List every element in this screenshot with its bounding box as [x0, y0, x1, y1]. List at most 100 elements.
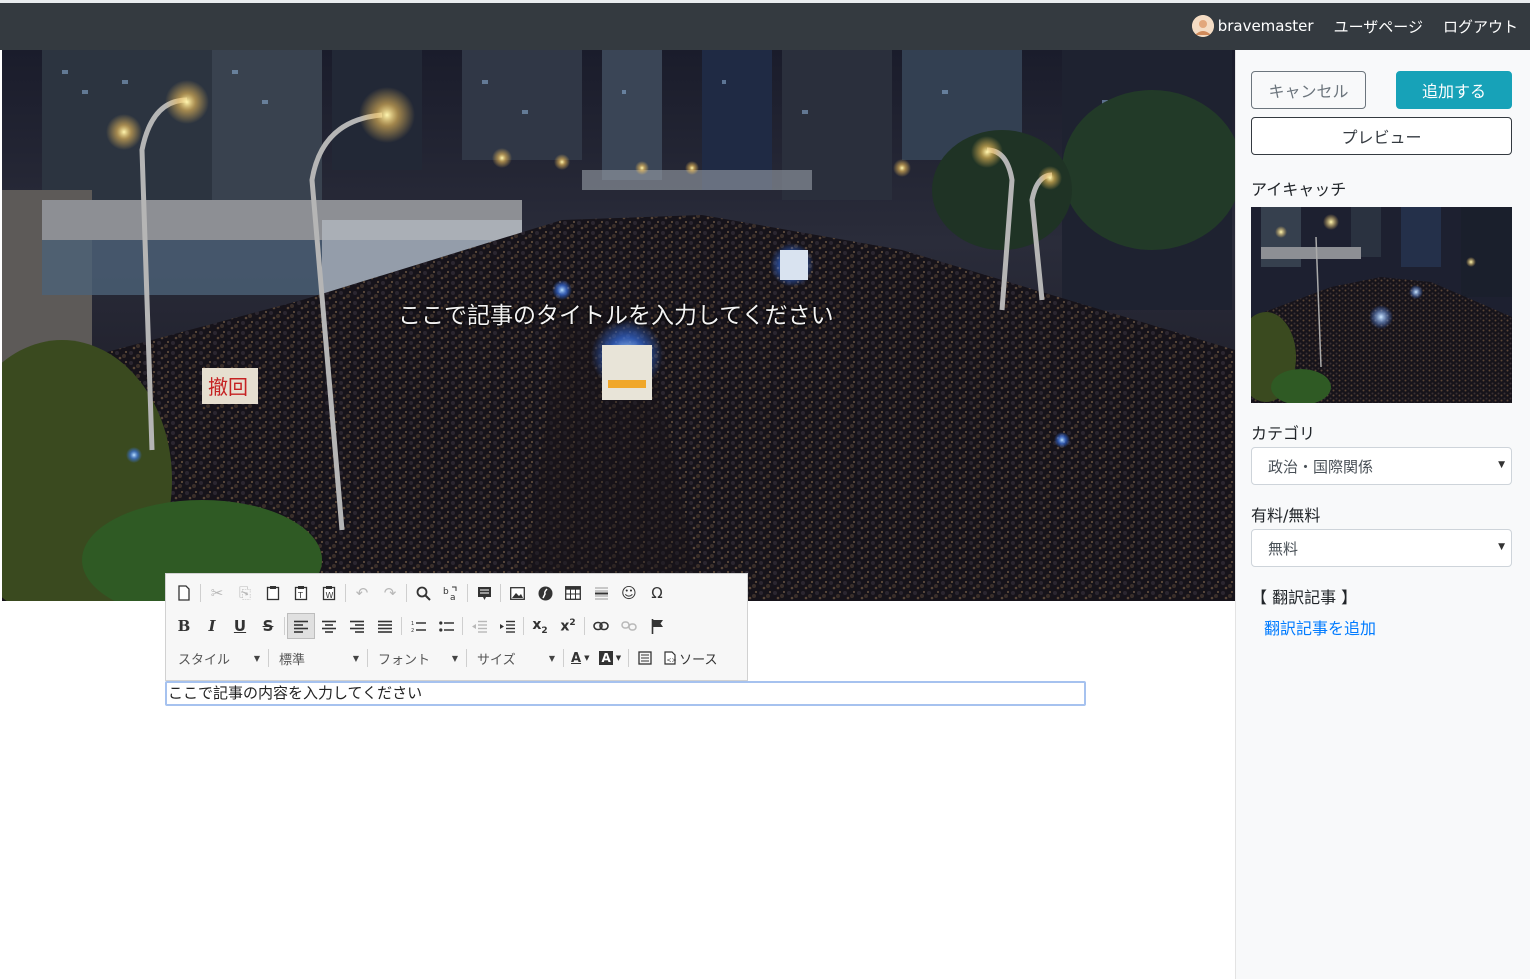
bg-color-button[interactable]: A ▼: [594, 646, 626, 670]
paste-icon[interactable]: [259, 580, 287, 606]
style-combo[interactable]: スタイル ▼: [170, 646, 266, 670]
redo-icon[interactable]: ↷: [376, 580, 404, 606]
font-combo[interactable]: フォント ▼: [370, 646, 464, 670]
align-center-icon[interactable]: [315, 613, 343, 639]
subscript-icon[interactable]: x2: [526, 613, 554, 639]
toolbar-separator: [268, 649, 269, 667]
svg-text:<>: <>: [667, 657, 677, 664]
source-icon: <>: [664, 651, 676, 665]
toolbar-row-1: ✂ ⎘ T W ↶ ↷ ba ☺ Ω: [170, 579, 671, 607]
svg-text:2: 2: [411, 628, 414, 633]
select-all-icon[interactable]: [470, 580, 498, 606]
category-select-value: 政治・国際関係: [1268, 457, 1374, 476]
svg-text:撤回: 撤回: [208, 375, 248, 399]
find-icon[interactable]: [409, 580, 437, 606]
style-combo-label: スタイル: [178, 652, 231, 668]
chevron-down-icon: ▼: [1498, 460, 1505, 470]
toolbar-separator: [406, 584, 407, 602]
paid-label: 有料/無料: [1251, 506, 1321, 525]
editor-toolbar: ✂ ⎘ T W ↶ ↷ ba ☺ Ω B I U S 1 2 x2 x2 スタイ…: [165, 573, 748, 681]
paid-select-value: 無料: [1268, 539, 1299, 558]
bold-icon[interactable]: B: [170, 613, 198, 639]
toolbar-separator: [466, 649, 467, 667]
link-icon[interactable]: [587, 613, 615, 639]
eyecatch-image: [1251, 207, 1512, 403]
add-translation-link[interactable]: 翻訳記事を追加: [1264, 615, 1376, 639]
align-right-icon[interactable]: [343, 613, 371, 639]
bulleted-list-icon[interactable]: [432, 613, 460, 639]
text-color-icon: A: [571, 650, 582, 666]
horizontal-line-icon[interactable]: [587, 580, 615, 606]
unlink-icon[interactable]: [615, 613, 643, 639]
svg-text:b: b: [443, 587, 449, 597]
size-combo-label: サイズ: [477, 652, 516, 668]
special-char-icon[interactable]: Ω: [643, 580, 671, 606]
category-label: カテゴリ: [1251, 424, 1316, 443]
chevron-down-icon: ▼: [1498, 542, 1505, 552]
avatar: [1191, 15, 1214, 37]
toolbar-separator: [367, 649, 368, 667]
font-combo-label: フォント: [378, 652, 431, 668]
image-icon[interactable]: [503, 580, 531, 606]
cancel-button[interactable]: キャンセル: [1251, 71, 1366, 109]
navbar-right: bravemaster ユーザページ ログアウト: [1191, 15, 1518, 37]
logout-link[interactable]: ログアウト: [1443, 16, 1518, 37]
toolbar-row-2: B I U S 12 x2 x2: [170, 612, 671, 640]
strikethrough-icon[interactable]: S: [254, 613, 282, 639]
toolbar-separator: [401, 617, 402, 635]
copy-icon[interactable]: ⎘: [231, 580, 259, 606]
cut-icon[interactable]: ✂: [203, 580, 231, 606]
toolbar-separator: [500, 584, 501, 602]
category-select[interactable]: 政治・国際関係 ▼: [1251, 447, 1512, 485]
table-icon[interactable]: [559, 580, 587, 606]
chevron-down-icon: ▼: [548, 653, 555, 663]
eyecatch-thumbnail[interactable]: [1251, 207, 1512, 403]
source-button[interactable]: <> ソース: [659, 646, 722, 670]
article-content-editor[interactable]: ここで記事の内容を入力してください: [165, 681, 1086, 706]
indent-icon[interactable]: [493, 613, 521, 639]
username-link[interactable]: bravemaster: [1218, 17, 1314, 35]
text-color-button[interactable]: A ▼: [566, 646, 594, 670]
format-combo[interactable]: 標準 ▼: [271, 646, 365, 670]
superscript-icon[interactable]: x2: [554, 613, 582, 639]
format-combo-label: 標準: [279, 652, 306, 668]
user-page-link[interactable]: ユーザページ: [1334, 16, 1423, 37]
paste-text-icon[interactable]: T: [287, 580, 315, 606]
outdent-icon[interactable]: [465, 613, 493, 639]
toolbar-separator: [523, 617, 524, 635]
add-article-button[interactable]: 追加する: [1396, 71, 1512, 109]
article-title-input[interactable]: ここで記事のタイトルを入力してください: [398, 296, 834, 330]
paid-select[interactable]: 無料 ▼: [1251, 529, 1512, 567]
maximize-icon[interactable]: [631, 645, 659, 671]
replace-icon[interactable]: ba: [437, 580, 465, 606]
preview-button[interactable]: プレビュー: [1251, 117, 1512, 155]
italic-icon[interactable]: I: [198, 613, 226, 639]
svg-text:W: W: [326, 591, 334, 600]
translation-label: 【 翻訳記事 】: [1251, 588, 1358, 607]
svg-text:a: a: [450, 593, 456, 601]
flash-icon[interactable]: [531, 580, 559, 606]
top-navbar: bravemaster ユーザページ ログアウト: [0, 0, 1530, 50]
cover-image[interactable]: 撤回 ここで記事のタイトルを入力してください: [2, 50, 1235, 601]
toolbar-separator: [200, 584, 201, 602]
underline-icon[interactable]: U: [226, 613, 254, 639]
size-combo[interactable]: サイズ ▼: [469, 646, 561, 670]
toolbar-row-3: スタイル ▼ 標準 ▼ フォント ▼ サイズ ▼ A ▼ A ▼ <> ソース: [170, 644, 723, 672]
toolbar-separator: [628, 649, 630, 667]
align-left-icon[interactable]: [287, 613, 315, 639]
anchor-flag-icon[interactable]: [643, 613, 671, 639]
paste-word-icon[interactable]: W: [315, 580, 343, 606]
user-menu[interactable]: bravemaster: [1191, 15, 1314, 37]
new-page-icon[interactable]: [170, 580, 198, 606]
smiley-icon[interactable]: ☺: [615, 580, 643, 606]
toolbar-separator: [563, 649, 564, 667]
svg-text:T: T: [297, 591, 303, 600]
justify-icon[interactable]: [371, 613, 399, 639]
bg-color-icon: A: [599, 651, 613, 665]
chevron-down-icon: ▼: [253, 653, 260, 663]
right-sidebar: キャンセル 追加する プレビュー アイキャッチ カテゴリ 政治・国際関係 ▼ 有…: [1235, 50, 1530, 979]
undo-icon[interactable]: ↶: [348, 580, 376, 606]
toolbar-separator: [462, 617, 463, 635]
eyecatch-label: アイキャッチ: [1251, 180, 1347, 199]
numbered-list-icon[interactable]: 12: [404, 613, 432, 639]
